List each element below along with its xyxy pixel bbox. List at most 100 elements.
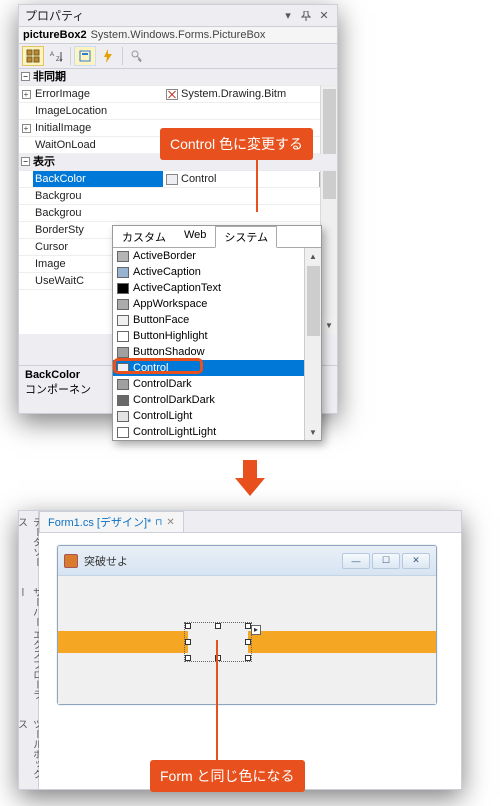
callout-top: Control 色に変更する	[160, 128, 313, 160]
resize-handle[interactable]	[245, 639, 251, 645]
color-item-appworkspace[interactable]: AppWorkspace	[113, 296, 321, 312]
row-backgroundimagelayout[interactable]: Backgrou	[19, 205, 337, 222]
properties-titlebar: プロパティ ▾ ✕	[19, 5, 337, 27]
color-item-controldark[interactable]: ControlDark	[113, 376, 321, 392]
color-swatch-icon	[117, 395, 129, 406]
tab-system[interactable]: システム	[215, 226, 277, 248]
highlight-box	[113, 358, 203, 374]
form-title: 突破せよ	[84, 553, 336, 569]
color-item-label: ControlLightLight	[133, 426, 216, 438]
designer-window: データソース サーバー エクスプローラー ツールボックス Form1.cs [デ…	[18, 510, 462, 790]
color-swatch-icon	[117, 347, 129, 358]
color-swatch-icon	[117, 427, 129, 438]
color-item-label: ActiveCaptionText	[133, 282, 221, 294]
color-item-label: ButtonShadow	[133, 346, 205, 358]
events-button[interactable]	[97, 46, 119, 66]
pin-icon[interactable]: ⊓	[155, 517, 162, 528]
scroll-thumb[interactable]	[307, 266, 320, 336]
color-item-buttonhighlight[interactable]: ButtonHighlight	[113, 328, 321, 344]
pin-icon[interactable]	[297, 8, 315, 24]
image-swatch-icon	[166, 89, 178, 100]
picturebox2[interactable]: ▸	[188, 626, 248, 658]
color-swatch-icon	[166, 174, 178, 185]
resize-handle[interactable]	[245, 655, 251, 661]
color-item-controldarkdark[interactable]: ControlDarkDark	[113, 392, 321, 408]
svg-text:A: A	[50, 52, 54, 58]
scroll-thumb[interactable]	[323, 89, 336, 199]
category-async[interactable]: − 非同期	[19, 69, 337, 86]
tab-web[interactable]: Web	[175, 226, 215, 248]
resize-handle[interactable]	[215, 623, 221, 629]
collapse-icon[interactable]: −	[21, 72, 30, 81]
color-item-label: ControlDark	[133, 378, 192, 390]
control-selector[interactable]: pictureBox2 System.Windows.Forms.Picture…	[19, 27, 337, 43]
color-item-label: ActiveBorder	[133, 250, 196, 262]
vs-sidebar: データソース サーバー エクスプローラー ツールボックス	[19, 511, 39, 789]
color-item-label: ActiveCaption	[133, 266, 201, 278]
color-item-label: AppWorkspace	[133, 298, 207, 310]
control-type: System.Windows.Forms.PictureBox	[91, 29, 333, 41]
color-swatch-icon	[117, 283, 129, 294]
expand-icon[interactable]: +	[22, 124, 31, 133]
color-swatch-icon	[117, 379, 129, 390]
color-item-activecaption[interactable]: ActiveCaption	[113, 264, 321, 280]
properties-toolbar: AZ	[19, 43, 337, 69]
close-icon[interactable]: ✕	[166, 517, 174, 528]
color-item-activecaptiontext[interactable]: ActiveCaptionText	[113, 280, 321, 296]
color-item-label: ButtonFace	[133, 314, 189, 326]
resize-handle[interactable]	[185, 639, 191, 645]
doc-tab-label: Form1.cs [デザイン]*	[48, 514, 151, 530]
color-item-label: ControlDarkDark	[133, 394, 215, 406]
design-canvas[interactable]: 突破せよ — ☐ ✕	[39, 533, 461, 789]
callout-line	[256, 154, 258, 212]
color-swatch-icon	[117, 299, 129, 310]
row-errorimage[interactable]: + ErrorImage System.Drawing.Bitm	[19, 86, 337, 103]
color-list: ▲ ▼ ActiveBorder ActiveCaption ActiveCapti…	[113, 248, 321, 440]
tab-custom[interactable]: カスタム	[113, 226, 175, 248]
control-name: pictureBox2	[23, 29, 87, 41]
expand-icon[interactable]: +	[22, 90, 31, 99]
color-swatch-icon	[117, 411, 129, 422]
color-item-label: ButtonHighlight	[133, 330, 208, 342]
scroll-down-icon[interactable]: ▼	[305, 424, 321, 440]
color-item-controllightlight[interactable]: ControlLightLight	[113, 424, 321, 440]
color-tabs: カスタム Web システム	[113, 226, 321, 248]
row-imagelocation[interactable]: ImageLocation	[19, 103, 337, 120]
color-swatch-icon	[117, 315, 129, 326]
property-pages-button[interactable]	[126, 46, 148, 66]
categorized-button[interactable]	[22, 46, 44, 66]
form-icon	[64, 554, 78, 568]
row-backcolor[interactable]: BackColor Control ▼	[19, 171, 337, 188]
doc-tab-form1[interactable]: Form1.cs [デザイン]* ⊓ ✕	[39, 511, 184, 532]
maximize-button[interactable]: ☐	[372, 553, 400, 569]
color-swatch-icon	[117, 251, 129, 262]
collapse-icon[interactable]: −	[21, 157, 30, 166]
resize-handle[interactable]	[185, 623, 191, 629]
alphabetical-button[interactable]: AZ	[45, 46, 67, 66]
scroll-up-icon[interactable]: ▲	[305, 248, 321, 264]
color-item-label: ControlLight	[133, 410, 192, 422]
close-button[interactable]: ✕	[402, 553, 430, 569]
minimize-button[interactable]: —	[342, 553, 370, 569]
close-icon[interactable]: ✕	[315, 8, 333, 24]
backcolor-value-cell[interactable]: Control ▼	[163, 171, 337, 187]
svg-text:Z: Z	[56, 57, 60, 63]
form-preview[interactable]: 突破せよ — ☐ ✕	[57, 545, 437, 705]
color-item-activeborder[interactable]: ActiveBorder	[113, 248, 321, 264]
callout-line	[216, 640, 218, 760]
properties-button[interactable]	[74, 46, 96, 66]
color-picker-popup: カスタム Web システム ▲ ▼ ActiveBorder ActiveCapt…	[112, 225, 322, 441]
scroll-down-icon[interactable]: ▼	[321, 317, 337, 334]
row-backgroundimage[interactable]: Backgrou	[19, 188, 337, 205]
color-item-controllight[interactable]: ControlLight	[113, 408, 321, 424]
flow-arrow-icon	[235, 460, 265, 500]
properties-title: プロパティ	[23, 7, 279, 24]
color-scrollbar[interactable]: ▲ ▼	[304, 248, 321, 440]
smart-tag-icon[interactable]: ▸	[251, 625, 261, 635]
scrollbar-vertical[interactable]: ▲ ▼	[320, 69, 337, 334]
color-item-buttonface[interactable]: ButtonFace	[113, 312, 321, 328]
resize-handle[interactable]	[185, 655, 191, 661]
dropdown-icon[interactable]: ▾	[279, 8, 297, 24]
form-body[interactable]: ▸	[58, 576, 436, 704]
color-swatch-icon	[117, 331, 129, 342]
